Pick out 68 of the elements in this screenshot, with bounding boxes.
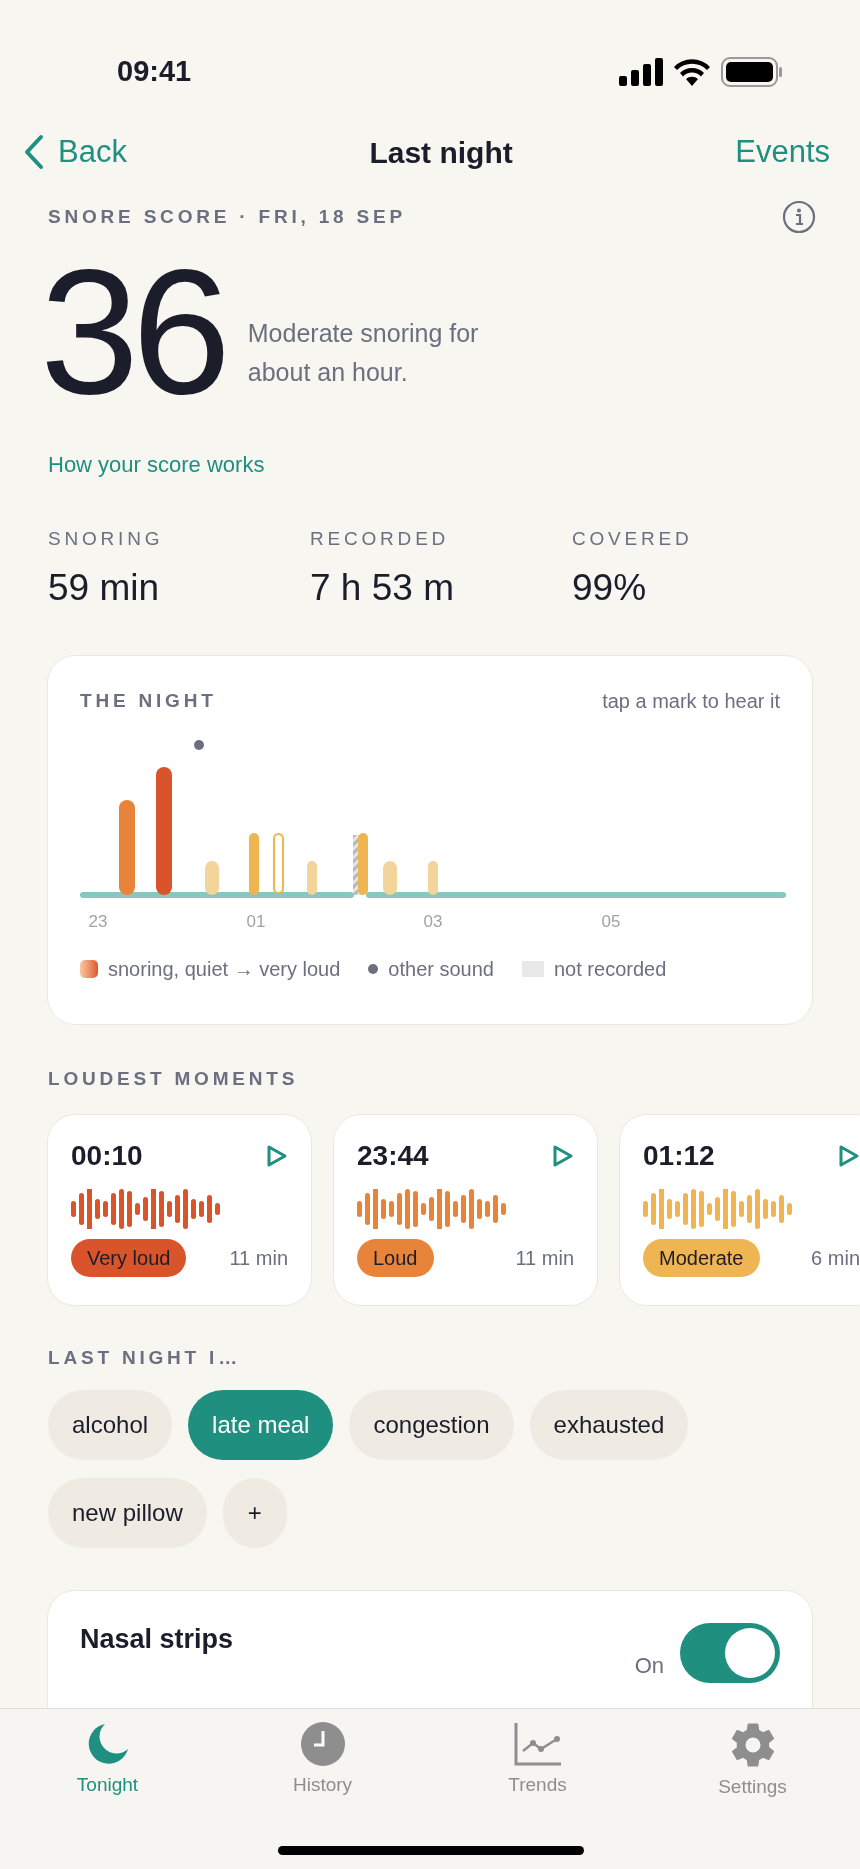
section-label: LOUDEST MOMENTS xyxy=(48,1068,299,1089)
factor-chip[interactable]: new pillow xyxy=(48,1478,207,1548)
factor-chip[interactable]: exhausted xyxy=(529,1390,689,1460)
play-icon[interactable] xyxy=(552,1143,574,1168)
legend-label: other sound xyxy=(388,957,494,982)
chart-hint: tap a mark to hear it xyxy=(602,689,780,714)
snoring-mark[interactable] xyxy=(249,833,259,895)
status-time: 09:41 xyxy=(117,54,192,90)
snore-score: 36 xyxy=(40,262,224,402)
stat-value: 59 min xyxy=(48,565,161,610)
axis-label: 01 xyxy=(246,912,266,931)
axis-label: 03 xyxy=(423,912,443,931)
info-icon[interactable] xyxy=(782,200,816,234)
snoring-mark[interactable] xyxy=(428,861,438,895)
snoring-mark[interactable] xyxy=(156,767,172,895)
card-title: THE NIGHT xyxy=(80,688,217,713)
stat-value: 99% xyxy=(572,565,648,610)
loudness-badge: Loud xyxy=(357,1238,434,1277)
wifi-icon xyxy=(673,58,711,86)
moment-duration: 6 min xyxy=(811,1245,860,1271)
snoring-mark[interactable] xyxy=(383,861,397,895)
play-icon[interactable] xyxy=(838,1143,860,1168)
moment-time: 00:10 xyxy=(71,1138,143,1173)
snoring-legend-swatch xyxy=(80,960,98,978)
nasal-strips-toggle[interactable] xyxy=(680,1623,780,1683)
legend-label: snoring, quiet → very loud xyxy=(108,957,341,982)
loudness-badge: Very loud xyxy=(71,1238,187,1277)
clock-icon xyxy=(299,1721,346,1767)
battery-icon xyxy=(721,57,783,87)
toggle-state-label: On xyxy=(634,1651,664,1680)
snoring-mark[interactable] xyxy=(358,833,368,895)
play-icon[interactable] xyxy=(266,1143,288,1168)
factor-chip[interactable]: alcohol xyxy=(48,1390,173,1460)
factor-chip[interactable]: late meal xyxy=(188,1390,334,1460)
loudness-badge: Moderate xyxy=(643,1238,760,1277)
stat-value: 7 h 53 m xyxy=(310,565,455,610)
section-label: LAST NIGHT I… xyxy=(48,1346,241,1368)
snoring-mark[interactable] xyxy=(273,833,284,894)
back-button[interactable]: Back xyxy=(24,128,127,176)
moment-card[interactable]: 00:10 Very loud 11 min xyxy=(47,1113,312,1306)
snoring-mark[interactable] xyxy=(119,800,135,895)
moment-time: 01:12 xyxy=(643,1138,715,1173)
snoring-mark[interactable] xyxy=(307,861,317,895)
stat-label: RECORDED xyxy=(310,527,451,551)
line-chart-icon xyxy=(512,1721,563,1767)
events-button[interactable]: Events xyxy=(735,128,836,176)
page-title: Last night xyxy=(369,134,513,171)
score-summary: Moderate snoring for about an hour. xyxy=(247,318,480,388)
other-sound-mark[interactable] xyxy=(194,740,204,750)
legend-label: not recorded xyxy=(554,957,667,982)
factor-chip[interactable]: congestion xyxy=(349,1390,514,1460)
stat-label: COVERED xyxy=(572,527,694,551)
chevron-left-icon xyxy=(24,134,44,170)
score-info-link[interactable]: How your score works xyxy=(48,448,812,481)
moment-duration: 11 min xyxy=(229,1245,288,1271)
moment-time: 23:44 xyxy=(357,1138,429,1173)
axis-label: 23 xyxy=(88,912,108,931)
moment-card[interactable]: 23:44 Loud 11 min xyxy=(333,1113,598,1306)
remedy-name: Nasal strips xyxy=(80,1623,234,1656)
moment-card[interactable]: 01:12 Moderate 6 min xyxy=(619,1113,860,1306)
tab-item[interactable]: Tonight xyxy=(0,1709,215,1809)
axis-label: 05 xyxy=(601,912,621,931)
moment-duration: 11 min xyxy=(515,1245,574,1271)
stat-label: SNORING xyxy=(48,527,165,551)
snoring-mark[interactable] xyxy=(205,861,219,895)
signal-icon xyxy=(619,58,663,86)
section-label: SNORE SCORE · FRI, 18 SEP xyxy=(48,204,406,229)
add-chip-button[interactable]: + xyxy=(222,1478,287,1548)
